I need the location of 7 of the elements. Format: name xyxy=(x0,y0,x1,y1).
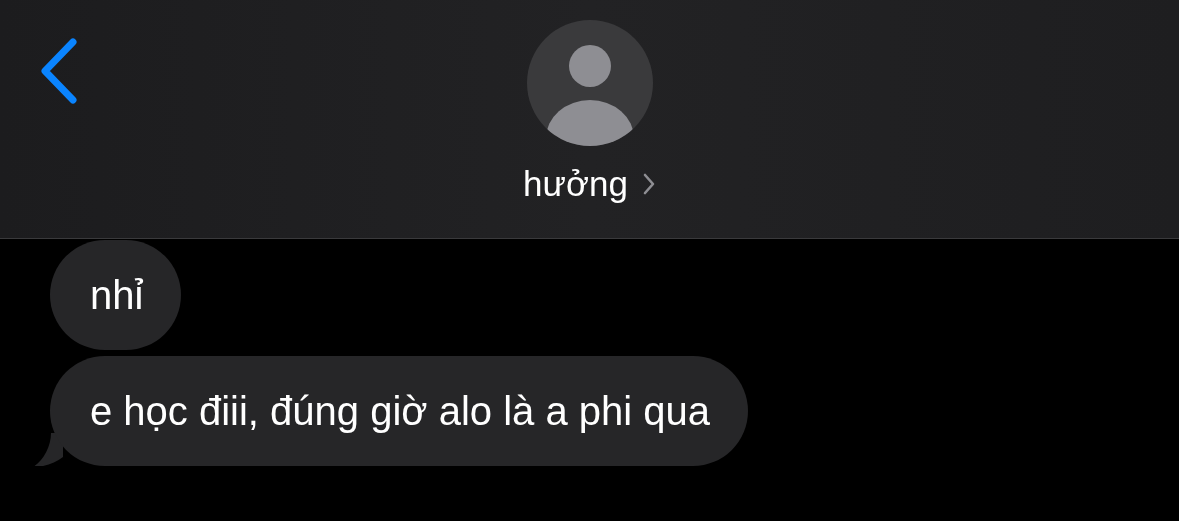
message-bubble: nhỉ xyxy=(50,240,182,350)
contact-name-button[interactable]: hưởng xyxy=(523,164,656,204)
back-button[interactable] xyxy=(38,38,80,106)
chevron-icon xyxy=(641,172,656,196)
message-bubble: e học điii, đúng giờ alo là a phi qua xyxy=(50,356,748,466)
back-chevron-icon xyxy=(39,38,79,104)
avatar-icon[interactable] xyxy=(526,20,653,146)
